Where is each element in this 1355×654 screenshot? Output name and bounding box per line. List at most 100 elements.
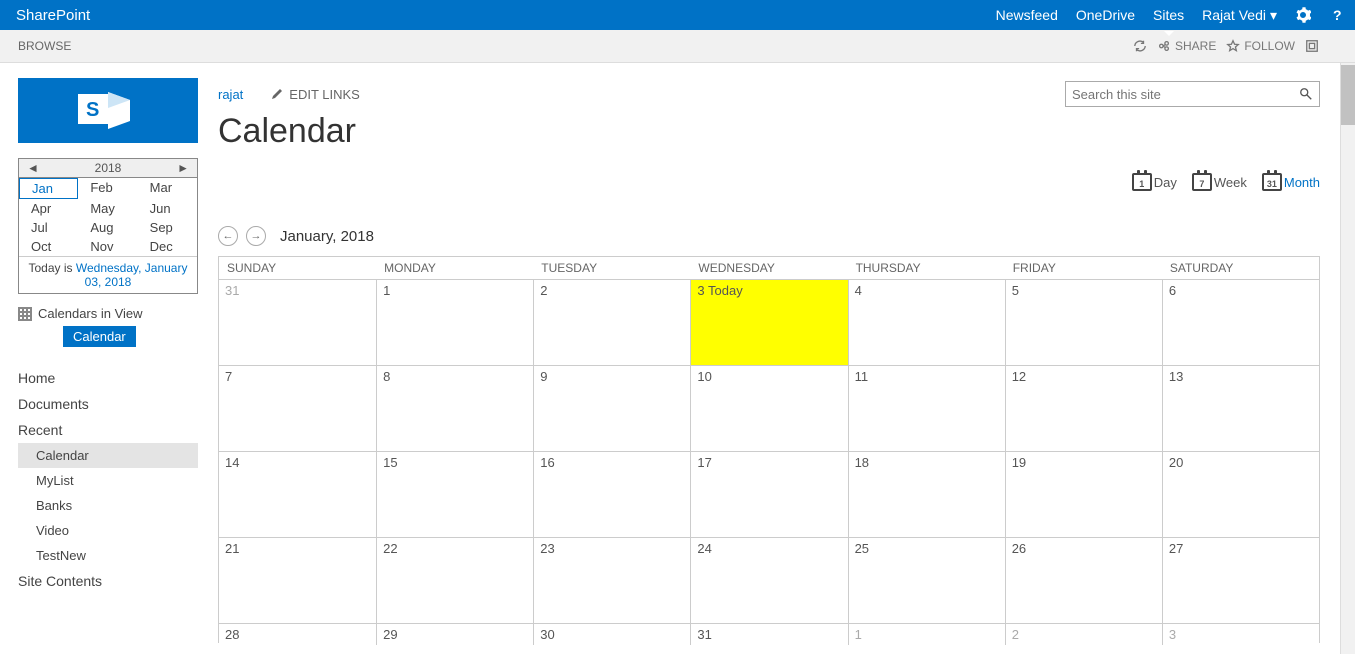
calendar-cell[interactable]: 29 [376, 624, 533, 645]
calendar-cell[interactable]: 31 [219, 280, 376, 365]
calendar-cell[interactable]: 11 [848, 366, 1005, 451]
search-box [1065, 81, 1320, 107]
calendar-cell[interactable]: 15 [376, 452, 533, 537]
calendar-cell[interactable]: 6 [1162, 280, 1319, 365]
calendar-cell[interactable]: 3 [1162, 624, 1319, 645]
user-menu[interactable]: Rajat Vedi ▾ [1202, 7, 1277, 24]
today-link[interactable]: Wednesday, January 03, 2018 [76, 261, 188, 289]
mini-cal-prev[interactable]: ◄ [27, 161, 39, 175]
suite-bar: SharePoint Newsfeed OneDrive Sites Rajat… [0, 0, 1355, 30]
mini-month-feb[interactable]: Feb [78, 178, 137, 199]
nav-recent[interactable]: Recent [18, 417, 200, 443]
day-header: WEDNESDAY [690, 257, 847, 279]
nav-onedrive[interactable]: OneDrive [1076, 7, 1135, 23]
mini-month-may[interactable]: May [78, 199, 137, 218]
calendar-cell[interactable]: 14 [219, 452, 376, 537]
calendar-cell[interactable]: 24 [690, 538, 847, 623]
view-week-label: Week [1214, 175, 1247, 190]
calendar-cell[interactable]: 26 [1005, 538, 1162, 623]
site-logo[interactable]: S [18, 78, 198, 143]
nav-site-contents[interactable]: Site Contents [18, 568, 200, 594]
calendar-grid: SUNDAYMONDAYTUESDAYWEDNESDAYTHURSDAYFRID… [218, 256, 1320, 643]
calendar-cell[interactable]: 19 [1005, 452, 1162, 537]
calendar-cell[interactable]: 30 [533, 624, 690, 645]
nav-home[interactable]: Home [18, 365, 200, 391]
calendar-cell[interactable]: 1 [376, 280, 533, 365]
calendar-cell[interactable]: 23 [533, 538, 690, 623]
mini-month-jul[interactable]: Jul [19, 218, 78, 237]
calendar-cell[interactable]: 5 [1005, 280, 1162, 365]
calendar-cell[interactable]: 7 [219, 366, 376, 451]
calendars-in-view-label: Calendars in View [38, 306, 143, 321]
mini-month-nov[interactable]: Nov [78, 237, 137, 256]
scrollbar-thumb[interactable] [1341, 65, 1355, 125]
calendar-cell[interactable]: 3 Today [690, 280, 847, 365]
mini-month-jun[interactable]: Jun [138, 199, 197, 218]
share-button[interactable]: SHARE [1157, 39, 1216, 53]
mini-month-jan[interactable]: Jan [19, 178, 78, 199]
search-input[interactable] [1072, 87, 1299, 102]
search-icon[interactable] [1299, 87, 1313, 101]
calendar-cell[interactable]: 1 [848, 624, 1005, 645]
view-week[interactable]: 7 Week [1192, 173, 1247, 191]
nav-documents[interactable]: Documents [18, 391, 200, 417]
edit-links-label: EDIT LINKS [289, 87, 360, 102]
follow-button[interactable]: FOLLOW [1226, 39, 1295, 53]
mini-cal-next[interactable]: ► [177, 161, 189, 175]
mini-month-dec[interactable]: Dec [138, 237, 197, 256]
calendar-cell[interactable]: 13 [1162, 366, 1319, 451]
month-next[interactable]: → [246, 226, 266, 246]
help-icon[interactable]: ? [1329, 7, 1345, 23]
mini-month-apr[interactable]: Apr [19, 199, 78, 218]
calendar-cell[interactable]: 20 [1162, 452, 1319, 537]
view-month[interactable]: 31 Month [1262, 173, 1320, 191]
calendar-cell[interactable]: 2 [1005, 624, 1162, 645]
day-header: FRIDAY [1005, 257, 1162, 279]
mini-month-mar[interactable]: Mar [138, 178, 197, 199]
mini-month-sep[interactable]: Sep [138, 218, 197, 237]
calendar-cell[interactable]: 9 [533, 366, 690, 451]
calendar-cell[interactable]: 25 [848, 538, 1005, 623]
calendar-cell[interactable]: 10 [690, 366, 847, 451]
nav-recent-calendar[interactable]: Calendar [18, 443, 198, 468]
breadcrumb-site[interactable]: rajat [218, 87, 243, 102]
nav-recent-banks[interactable]: Banks [18, 493, 200, 518]
calendar-cell[interactable]: 12 [1005, 366, 1162, 451]
mini-month-aug[interactable]: Aug [78, 218, 137, 237]
month-label: January, 2018 [280, 228, 374, 245]
pencil-icon [271, 88, 283, 100]
nav-newsfeed[interactable]: Newsfeed [996, 7, 1058, 23]
nav-recent-mylist[interactable]: MyList [18, 468, 200, 493]
calendars-in-view[interactable]: Calendars in View [18, 306, 200, 321]
ribbon-actions: SHARE FOLLOW [1133, 39, 1355, 53]
focus-button[interactable] [1305, 39, 1319, 53]
sync-button[interactable] [1133, 39, 1147, 53]
month-prev[interactable]: ← [218, 226, 238, 246]
calendar-cell[interactable]: 21 [219, 538, 376, 623]
day-icon: 1 [1132, 173, 1152, 191]
mini-month-oct[interactable]: Oct [19, 237, 78, 256]
edit-links-button[interactable]: EDIT LINKS [271, 87, 360, 102]
gear-icon[interactable] [1295, 7, 1311, 23]
calendar-cell[interactable]: 31 [690, 624, 847, 645]
scrollbar[interactable] [1340, 63, 1355, 654]
mini-cal-today: Today is Wednesday, January 03, 2018 [19, 256, 197, 293]
calendar-cell[interactable]: 4 [848, 280, 1005, 365]
nav-sites[interactable]: Sites [1153, 7, 1184, 23]
calendar-cell[interactable]: 28 [219, 624, 376, 645]
calendar-cell[interactable]: 27 [1162, 538, 1319, 623]
view-day[interactable]: 1 Day [1132, 173, 1177, 191]
calendar-badge[interactable]: Calendar [63, 326, 136, 347]
calendar-cell[interactable]: 2 [533, 280, 690, 365]
user-name: Rajat Vedi [1202, 7, 1266, 23]
calendar-cell[interactable]: 18 [848, 452, 1005, 537]
calendar-cell[interactable]: 17 [690, 452, 847, 537]
calendar-cell[interactable]: 8 [376, 366, 533, 451]
ribbon: BROWSE SHARE FOLLOW [0, 30, 1355, 63]
view-month-label: Month [1284, 175, 1320, 190]
calendar-cell[interactable]: 22 [376, 538, 533, 623]
nav-recent-video[interactable]: Video [18, 518, 200, 543]
nav-recent-testnew[interactable]: TestNew [18, 543, 200, 568]
calendar-cell[interactable]: 16 [533, 452, 690, 537]
ribbon-tab-browse[interactable]: BROWSE [0, 30, 89, 62]
